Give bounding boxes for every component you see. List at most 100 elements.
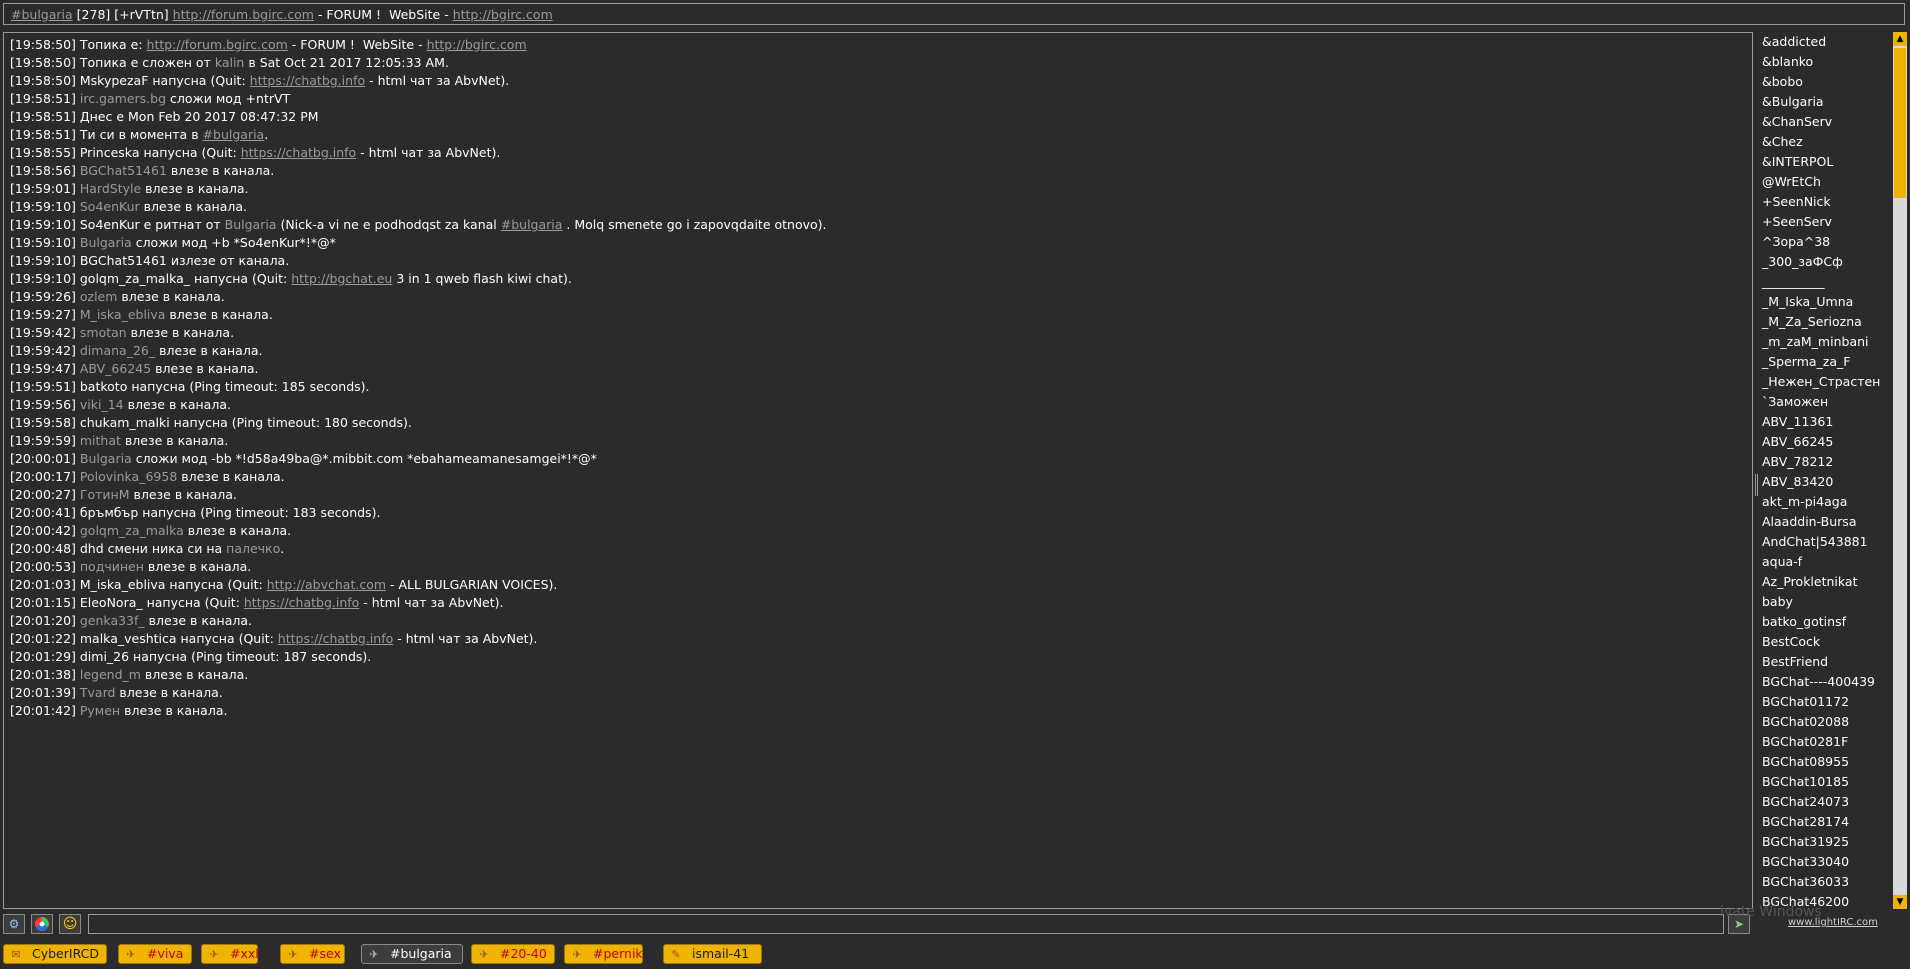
user-list-item[interactable]: _M_Iska_Umna: [1760, 292, 1893, 312]
lightirc-link[interactable]: www.lightIRC.com: [1788, 917, 1878, 928]
user-list-item[interactable]: BGChat36033: [1760, 872, 1893, 892]
tab-bulgaria[interactable]: ✈ #bulgaria: [361, 944, 463, 964]
user-list-item[interactable]: &blanko: [1760, 52, 1893, 72]
user-list-item[interactable]: BGChat10185: [1760, 772, 1893, 792]
message-text: влезе в канала.: [144, 613, 253, 628]
user-list-item[interactable]: ABV_11361: [1760, 412, 1893, 432]
message-link[interactable]: https://chatbg.info: [244, 595, 359, 610]
user-list-item[interactable]: BGChat31925: [1760, 832, 1893, 852]
user-list-item[interactable]: `Заможен: [1760, 392, 1893, 412]
color-wheel-icon[interactable]: [31, 914, 53, 934]
topic-site-link[interactable]: http://bgirc.com: [453, 7, 553, 22]
tab-cyberircd[interactable]: ✉ CyberIRCD: [3, 944, 107, 964]
message-link[interactable]: #bulgaria: [203, 127, 265, 142]
user-list-item[interactable]: AndChat|543881: [1760, 532, 1893, 552]
user-list-item[interactable]: Alaaddin-Bursa: [1760, 512, 1893, 532]
chat-message: [20:01:15] EleoNora_ напусна (Quit: http…: [10, 594, 1746, 612]
message-link[interactable]: https://chatbg.info: [241, 145, 356, 160]
scroll-down-icon[interactable]: ▼: [1893, 895, 1907, 909]
message-nick: палечко: [226, 541, 281, 556]
user-list-item[interactable]: aqua-f: [1760, 552, 1893, 572]
message-text: [19:59:10]: [10, 235, 80, 250]
message-link[interactable]: http://abvchat.com: [267, 577, 386, 592]
user-list-item[interactable]: &addicted: [1760, 32, 1893, 52]
user-list-item[interactable]: _Sperma_za_F: [1760, 352, 1893, 372]
user-list-item[interactable]: BGChat02088: [1760, 712, 1893, 732]
message-link[interactable]: http://bgirc.com: [427, 37, 527, 52]
chat-log[interactable]: [19:58:50] Топика е: http://forum.bgirc.…: [3, 32, 1753, 909]
user-list-scrollbar[interactable]: ▲ ▼: [1893, 32, 1907, 909]
user-list-item[interactable]: BGChat33040: [1760, 852, 1893, 872]
message-text: влезе в канала.: [165, 307, 273, 322]
user-list-item[interactable]: akt_m-pi4aga: [1760, 492, 1893, 512]
user-list-item[interactable]: &INTERPOL: [1760, 152, 1893, 172]
scroll-up-icon[interactable]: ▲: [1893, 32, 1907, 46]
user-list-item[interactable]: @WrEtCh: [1760, 172, 1893, 192]
user-list-item[interactable]: BGChat24073: [1760, 792, 1893, 812]
message-text: влезе в канала.: [183, 523, 292, 538]
tab-viva[interactable]: ✈ #viva: [118, 944, 192, 964]
tab-label: #pernik: [593, 946, 643, 961]
user-list-item[interactable]: batko_gotinsf: [1760, 612, 1893, 632]
user-list-item[interactable]: BGChat----400439: [1760, 672, 1893, 692]
chat-message: [19:59:10] golqm_za_malka_ напусна (Quit…: [10, 270, 1746, 288]
user-list-item[interactable]: &Chez: [1760, 132, 1893, 152]
tab-xxl[interactable]: ✈ #xxl: [201, 944, 259, 964]
user-list-item[interactable]: _m_zaM_minbani: [1760, 332, 1893, 352]
tab-label: #20-40: [500, 946, 547, 961]
topic-forum-link[interactable]: http://forum.bgirc.com: [173, 7, 314, 22]
channel-icon: ✈: [369, 948, 379, 961]
tab-pernik[interactable]: ✈ #pernik: [564, 944, 643, 964]
panel-splitter[interactable]: [1754, 32, 1759, 909]
user-list-item[interactable]: baby: [1760, 592, 1893, 612]
message-link[interactable]: https://chatbg.info: [250, 73, 365, 88]
chat-message: [20:01:42] Румен влезе в канала.: [10, 702, 1746, 720]
tab-20-40[interactable]: ✈ #20-40: [471, 944, 555, 964]
settings-icon[interactable]: ⚙: [3, 914, 25, 934]
splitter-grip-icon[interactable]: [1755, 474, 1758, 496]
message-text: [20:01:03] M_iska_ebliva напусна (Quit:: [10, 577, 267, 592]
tab-ismail-41[interactable]: ✎ ismail-41: [663, 944, 762, 964]
message-nick: Bulgaria: [79, 235, 132, 250]
message-link[interactable]: http://bgchat.eu: [291, 271, 392, 286]
user-list-item[interactable]: _M_Za_Seriozna: [1760, 312, 1893, 332]
user-list-item[interactable]: BGChat28174: [1760, 812, 1893, 832]
user-list-item[interactable]: ^Зора^38: [1760, 232, 1893, 252]
topic-channel-modes: [+rVTtn]: [114, 7, 169, 22]
message-text: .: [280, 541, 285, 556]
user-list-item[interactable]: ABV_83420: [1760, 472, 1893, 492]
user-list-item[interactable]: BestFriend: [1760, 652, 1893, 672]
server-icon: ✉: [11, 948, 21, 961]
user-list-item[interactable]: BGChat08955: [1760, 752, 1893, 772]
user-list-item[interactable]: &Bulgaria: [1760, 92, 1893, 112]
message-text: влезе в канала.: [177, 469, 285, 484]
user-list-item[interactable]: BGChat0281F: [1760, 732, 1893, 752]
user-list-item[interactable]: ABV_78212: [1760, 452, 1893, 472]
topic-channel-link[interactable]: #bulgaria: [11, 7, 73, 22]
scrollbar-thumb[interactable]: [1894, 48, 1906, 198]
message-input[interactable]: [88, 914, 1724, 934]
user-list-item[interactable]: BGChat01172: [1760, 692, 1893, 712]
message-text: [19:58:50] Топика е:: [10, 37, 147, 52]
tab-sex[interactable]: ✈ #sex: [280, 944, 345, 964]
user-list-item[interactable]: &ChanServ: [1760, 112, 1893, 132]
message-text: [19:59:10]: [10, 199, 80, 214]
message-text: [20:00:53]: [10, 559, 80, 574]
user-list-item[interactable]: &bobo: [1760, 72, 1893, 92]
user-list-item[interactable]: ABV_66245: [1760, 432, 1893, 452]
chat-message: [20:00:42] golqm_za_malka влезе в канала…: [10, 522, 1746, 540]
user-list-item[interactable]: _300_заФСф: [1760, 252, 1893, 272]
chat-message: [20:01:03] M_iska_ebliva напусна (Quit: …: [10, 576, 1746, 594]
input-bar: ⚙ ☺ ➤: [0, 914, 1910, 936]
message-link[interactable]: http://forum.bgirc.com: [147, 37, 288, 52]
user-list-item[interactable]: BestCock: [1760, 632, 1893, 652]
message-link[interactable]: #bulgaria: [501, 217, 563, 232]
user-list-item[interactable]: Az_Prokletnikat: [1760, 572, 1893, 592]
user-list-item[interactable]: +SeenServ: [1760, 212, 1893, 232]
user-list-item[interactable]: __________: [1760, 272, 1893, 292]
user-list-item[interactable]: +SeenNick: [1760, 192, 1893, 212]
smiley-icon[interactable]: ☺: [59, 914, 81, 934]
user-list[interactable]: &addicted &blanko &bobo &Bulgaria &ChanServ &…: [1760, 32, 1893, 909]
user-list-item[interactable]: _Нежен_Страстен: [1760, 372, 1893, 392]
message-link[interactable]: https://chatbg.info: [278, 631, 393, 646]
